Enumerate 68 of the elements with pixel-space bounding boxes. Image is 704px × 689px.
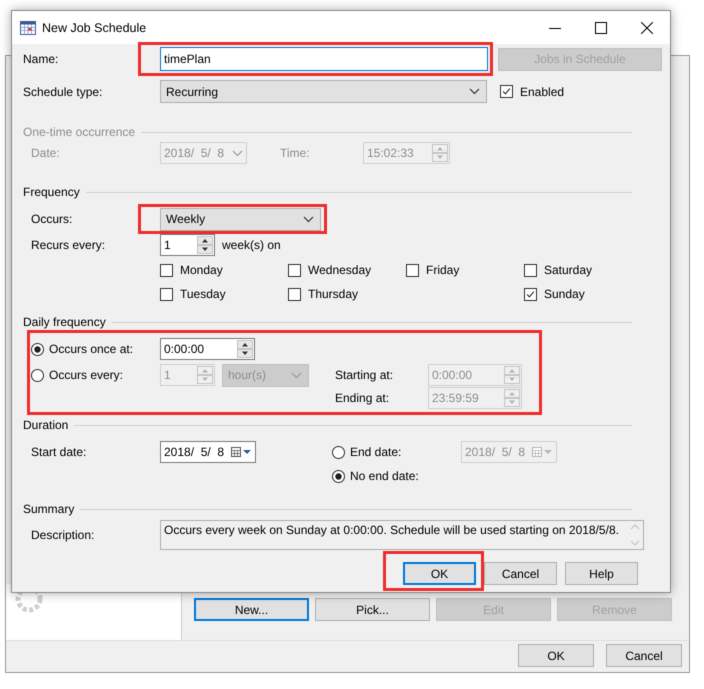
radio-label: End date: bbox=[350, 445, 402, 459]
maximize-icon[interactable] bbox=[595, 22, 607, 34]
text-field[interactable]: timePlan bbox=[160, 47, 488, 71]
footer-button[interactable]: OK bbox=[518, 644, 594, 667]
time-field[interactable]: 0:00:00 bbox=[160, 338, 255, 360]
group-title: Daily frequency bbox=[23, 315, 106, 329]
checkbox-label: Thursday bbox=[308, 287, 358, 301]
field-label: Time: bbox=[280, 146, 311, 160]
dropdown[interactable]: Weekly bbox=[160, 208, 321, 230]
group-title: One-time occurrence bbox=[23, 125, 136, 139]
dialog-button[interactable]: OK bbox=[403, 562, 476, 585]
checkbox[interactable] bbox=[160, 288, 173, 300]
radio-button[interactable] bbox=[332, 470, 345, 482]
number-field[interactable]: 1 bbox=[160, 234, 215, 256]
dialog-button[interactable]: Help bbox=[565, 562, 638, 585]
dialog-button[interactable]: Cancel bbox=[484, 562, 557, 585]
field-label: Description: bbox=[30, 528, 96, 542]
calendar-icon bbox=[20, 20, 36, 36]
checkbox-label: Monday bbox=[180, 263, 223, 277]
field-label: Ending at: bbox=[335, 391, 390, 405]
field-label: Schedule type: bbox=[23, 84, 104, 98]
checkbox[interactable] bbox=[288, 264, 301, 276]
dropdown[interactable]: Recurring bbox=[160, 80, 487, 103]
chevron-icon bbox=[232, 150, 243, 156]
chevron-icon bbox=[469, 88, 480, 95]
date-field[interactable]: 2018/ 5/ 8 bbox=[160, 441, 256, 463]
checkbox-label: Enabled bbox=[520, 84, 564, 98]
footer-button[interactable]: Cancel bbox=[606, 644, 682, 667]
checkbox-label: Wednesday bbox=[308, 263, 372, 277]
group-title: Summary bbox=[23, 502, 74, 516]
spin-buttons[interactable] bbox=[237, 340, 253, 358]
field-label: Occurs: bbox=[30, 212, 74, 226]
calendar-icon bbox=[230, 446, 252, 458]
field-label: Starting at: bbox=[335, 368, 394, 382]
description-box[interactable]: Occurs every week on Sunday at 0:00:00. Schedule will be used starting on 2018/5/8. bbox=[160, 520, 644, 550]
radio-label: No end date: bbox=[350, 469, 419, 483]
calendar-icon bbox=[531, 446, 553, 458]
window-title: New Job Schedule bbox=[42, 20, 148, 34]
checkbox-label: Sunday bbox=[544, 287, 585, 301]
radio-label: Occurs once at: bbox=[49, 342, 134, 356]
group-title: Duration bbox=[23, 418, 68, 432]
unit-label: week(s) on bbox=[222, 238, 281, 252]
field-label: Recurs every: bbox=[30, 238, 106, 252]
chevron-icon bbox=[303, 216, 314, 222]
checkbox[interactable] bbox=[524, 288, 537, 300]
scroll-arrows-icon bbox=[630, 523, 640, 547]
window-button[interactable]: New... bbox=[194, 598, 309, 621]
group-title: Frequency bbox=[23, 185, 80, 199]
checkbox[interactable] bbox=[500, 85, 513, 98]
checkbox-label: Saturday bbox=[544, 263, 592, 277]
window-button[interactable]: Pick... bbox=[315, 598, 430, 621]
field-label: Name: bbox=[23, 52, 60, 66]
checkbox[interactable] bbox=[160, 264, 173, 276]
checkbox[interactable] bbox=[288, 288, 301, 300]
description-text: Occurs every week on Sunday at 0:00:00. Schedule will be used starting on 2018/5/8. bbox=[164, 523, 620, 539]
checkbox[interactable] bbox=[406, 264, 419, 276]
field-label: Date: bbox=[30, 146, 61, 160]
radio-button[interactable] bbox=[31, 342, 44, 356]
checkbox[interactable] bbox=[524, 264, 537, 276]
checkbox-label: Friday bbox=[426, 263, 460, 277]
spin-buttons[interactable] bbox=[197, 236, 213, 254]
field-label: Start date: bbox=[30, 445, 88, 459]
checkbox-label: Tuesday bbox=[180, 287, 226, 301]
radio-label: Occurs every: bbox=[49, 368, 124, 382]
close-icon[interactable] bbox=[641, 22, 653, 34]
radio-button[interactable] bbox=[31, 368, 44, 382]
chevron-icon bbox=[291, 372, 302, 378]
radio-button[interactable] bbox=[332, 446, 345, 458]
